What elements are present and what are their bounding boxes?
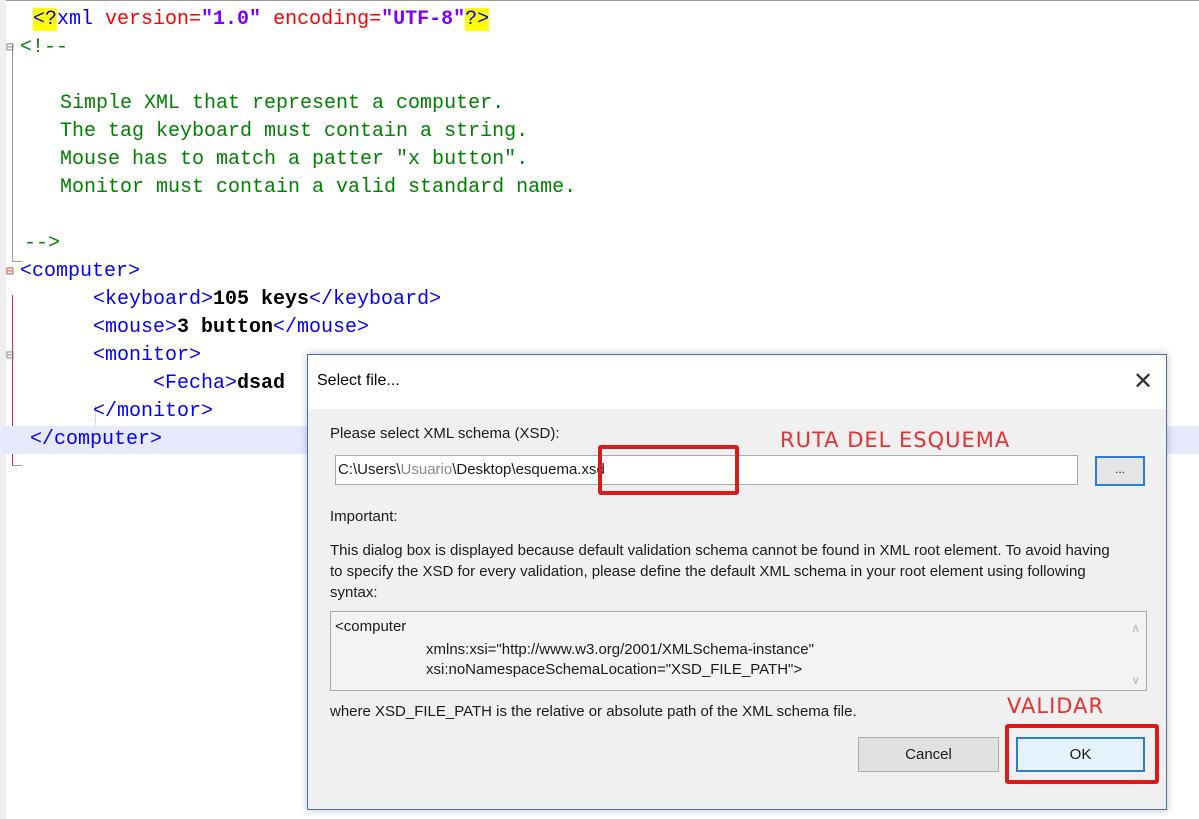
dialog-title: Select file... xyxy=(317,372,400,389)
close-icon[interactable]: ✕ xyxy=(1128,367,1158,397)
code-line-6: Mouse has to match a patter "x button". xyxy=(60,148,529,171)
schema-path-annotation: RUTA DEL ESQUEMA xyxy=(780,428,1011,452)
example-line-3: xsi:noNamespaceSchemaLocation="XSD_FILE_… xyxy=(426,661,803,678)
code-line-1: <?xml version="1.0" encoding="UTF-8"?> xyxy=(33,8,490,31)
browse-button[interactable]: ... xyxy=(1095,456,1145,486)
example-line-1: <computer xyxy=(335,618,407,635)
dialog-titlebar[interactable]: Select file... ✕ xyxy=(308,355,1166,409)
scroll-up-icon[interactable]: ∧ xyxy=(1131,618,1140,638)
example-line-2: xmlns:xsi="http://www.w3.org/2001/XMLSch… xyxy=(426,641,814,658)
code-line-12: <mouse>3 button</mouse> xyxy=(93,316,370,339)
editor-top-border xyxy=(6,0,1199,1)
ok-highlight xyxy=(1005,724,1159,784)
code-line-4: Simple XML that represent a computer. xyxy=(60,92,505,115)
code-line-2: ⊟ <!-- xyxy=(0,34,1199,62)
syntax-example-box[interactable]: <computer xmlns:xsi="http://www.w3.org/2… xyxy=(330,611,1147,691)
scroll-down-icon[interactable]: ∨ xyxy=(1131,670,1140,690)
schema-path-highlight xyxy=(598,445,739,495)
schema-prompt-label: Please select XML schema (XSD): xyxy=(330,425,560,442)
schema-filename: esquema.xsd xyxy=(515,461,605,478)
code-line-5: The tag keyboard must contain a string. xyxy=(60,120,529,143)
code-line-7: Monitor must contain a valid standard na… xyxy=(60,176,577,199)
important-label: Important: xyxy=(330,508,398,525)
validate-annotation: VALIDAR xyxy=(1007,694,1105,718)
cancel-button[interactable]: Cancel xyxy=(858,737,999,772)
dialog-description: This dialog box is displayed because def… xyxy=(330,542,1110,601)
code-line-9: --> xyxy=(24,232,61,255)
code-line-11: <keyboard>105 keys</keyboard> xyxy=(93,288,442,311)
fold-minus-icon[interactable]: ⊟ xyxy=(6,34,14,62)
computer-fold-end xyxy=(12,465,22,466)
blurred-username: Usuario xyxy=(400,461,453,478)
code-line-10: ⊟ <computer> xyxy=(0,258,1199,286)
fold-minus-icon[interactable]: ⊟ xyxy=(6,342,14,370)
fold-minus-icon[interactable]: ⊟ xyxy=(6,258,14,286)
footer-note: where XSD_FILE_PATH is the relative or a… xyxy=(330,703,857,720)
